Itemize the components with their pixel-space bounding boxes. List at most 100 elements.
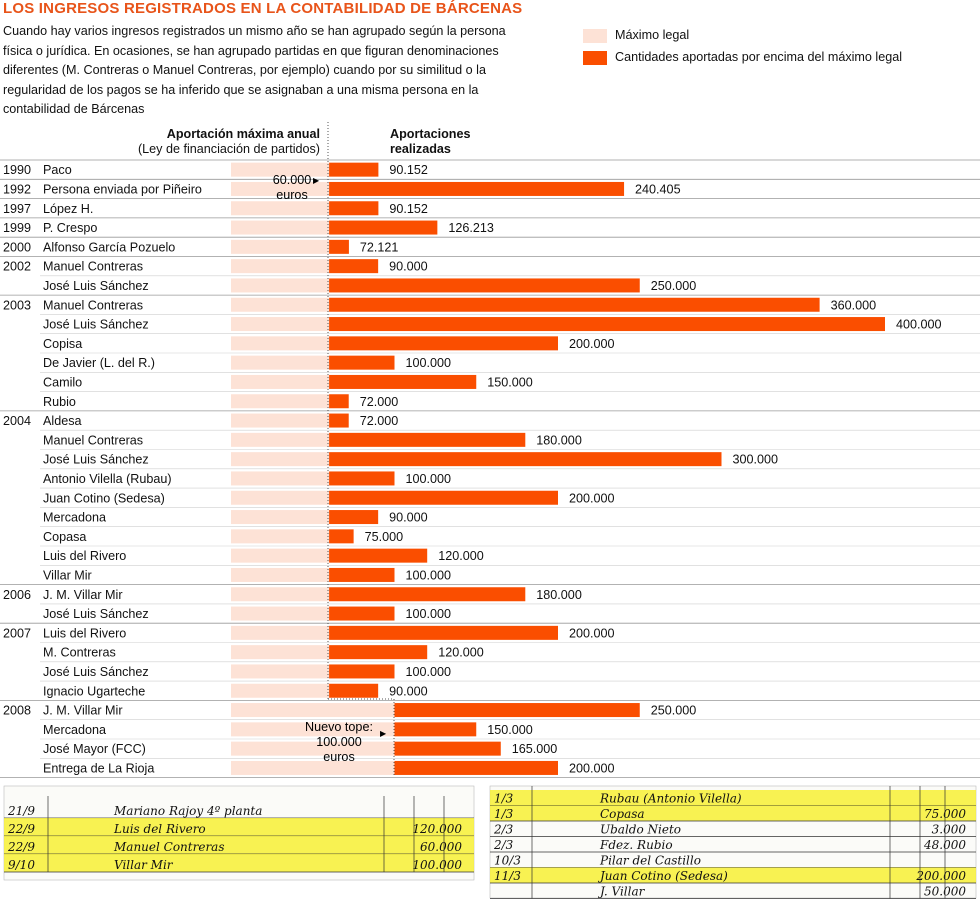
value-label: 200.000 <box>569 491 615 505</box>
bar-excess <box>329 529 354 544</box>
ledger-description: Manuel Contreras <box>113 840 225 854</box>
year-label: 1999 <box>3 221 31 235</box>
donor-name-label: José Luis Sánchez <box>43 318 149 332</box>
donor-name-label: Aldesa <box>43 414 82 428</box>
ledger-date: 11/3 <box>494 869 521 883</box>
year-label: 2000 <box>3 240 31 254</box>
donor-name-label: Copisa <box>43 337 82 351</box>
value-label: 90.000 <box>389 260 428 274</box>
donor-name-label: José Luis Sánchez <box>43 665 149 679</box>
bar-excess <box>329 239 349 254</box>
donor-name-label: Luis del Rivero <box>43 626 126 640</box>
bar-max-legal <box>231 510 330 525</box>
ledger-scan-left: 21/9 Mariano Rajoy 4º planta 22/9 Luis del … <box>3 785 475 881</box>
ledger-date: 1/3 <box>494 807 514 821</box>
value-label: 72.000 <box>360 414 399 428</box>
bar-excess <box>394 760 558 775</box>
bar-excess <box>329 432 526 447</box>
bar-max-legal <box>231 645 330 660</box>
value-label: 165.000 <box>512 742 558 756</box>
value-label: 100.000 <box>406 607 452 621</box>
bar-max-legal <box>231 336 330 351</box>
ledger-description: Juan Cotino (Sedesa) <box>597 869 728 883</box>
bar-max-legal <box>231 220 330 235</box>
bar-max-legal <box>231 760 395 775</box>
donor-name-label: José Luis Sánchez <box>43 607 149 621</box>
donor-name-label: M. Contreras <box>43 646 116 660</box>
bar-max-legal <box>231 239 330 254</box>
bar-max-legal <box>231 471 330 486</box>
ledger-date: 22/9 <box>7 840 35 854</box>
donor-name-label: Entrega de La Rioja <box>43 761 154 775</box>
donor-name-label: Persona enviada por Piñeiro <box>43 182 202 196</box>
bar-max-legal <box>231 703 395 718</box>
bar-max-legal <box>231 355 330 370</box>
ledger-description: Rubau (Antonio Vilella) <box>599 792 742 806</box>
ledger-highlight <box>4 836 474 854</box>
year-label: 1990 <box>3 163 31 177</box>
bar-max-legal <box>231 587 330 602</box>
ledger-date: 2/3 <box>493 838 514 852</box>
value-label: 250.000 <box>651 279 697 293</box>
ledger-highlight <box>4 854 474 872</box>
donor-name-label: De Javier (L. del R.) <box>43 356 155 370</box>
annotation-limit-100000-label: Nuevo tope: <box>305 720 373 734</box>
value-label: 75.000 <box>365 530 404 544</box>
bar-excess <box>329 413 349 428</box>
ledger-date: 9/10 <box>8 858 35 872</box>
bar-max-legal <box>231 548 330 563</box>
ledger-description: Ubaldo Nieto <box>600 823 681 837</box>
bar-excess <box>329 452 722 467</box>
value-label: 72.121 <box>360 240 399 254</box>
bar-excess <box>329 201 379 216</box>
bar-excess <box>394 722 477 737</box>
bar-excess <box>329 374 477 389</box>
ledger-date: 10/3 <box>494 854 521 868</box>
donor-name-label: Alfonso García Pozuelo <box>43 240 175 254</box>
bar-excess <box>329 278 640 293</box>
donor-name-label: Ignacio Ugarteche <box>43 684 145 698</box>
ledger-date: 21/9 <box>7 804 35 818</box>
bar-excess <box>329 664 395 679</box>
value-label: 150.000 <box>487 723 533 737</box>
year-label: 2008 <box>3 704 31 718</box>
bar-max-legal <box>231 317 330 332</box>
year-label: 2007 <box>3 626 31 640</box>
value-label: 180.000 <box>536 588 582 602</box>
ledger-description: Pilar del Castillo <box>599 854 701 868</box>
donor-name-label: Antonio Vilella (Rubau) <box>43 472 172 486</box>
donor-name-label: Paco <box>43 163 72 177</box>
bar-max-legal <box>231 201 330 216</box>
labels-layer: 90.152 1990 Paco 240.405 1992 Persona enviada… <box>3 163 942 775</box>
bar-max-legal <box>231 625 330 640</box>
value-label: 90.152 <box>389 163 428 177</box>
value-label: 126.213 <box>448 221 494 235</box>
value-label: 100.000 <box>406 568 452 582</box>
ledger-amount: 200.000 <box>915 869 966 883</box>
value-label: 72.000 <box>360 395 399 409</box>
bar-excess <box>329 220 438 235</box>
bar-max-legal <box>231 278 330 293</box>
value-label: 120.000 <box>438 549 484 563</box>
donor-name-label: Camilo <box>43 375 82 389</box>
bar-excess <box>329 181 625 196</box>
ledger-amount: 120.000 <box>412 822 462 836</box>
year-label: 2006 <box>3 588 31 602</box>
value-label: 360.000 <box>831 298 877 312</box>
annotation-limit-100000-unit: euros <box>323 750 355 764</box>
ledger-description: Copasa <box>600 807 645 821</box>
value-label: 150.000 <box>487 375 533 389</box>
bar-excess <box>329 317 886 332</box>
bar-excess <box>329 510 379 525</box>
year-label: 2002 <box>3 260 31 274</box>
value-label: 100.000 <box>406 356 452 370</box>
bar-max-legal <box>231 664 330 679</box>
value-label: 120.000 <box>438 646 484 660</box>
donor-name-label: Juan Cotino (Sedesa) <box>43 491 165 505</box>
year-label: 1992 <box>3 182 31 196</box>
bar-max-legal <box>231 606 330 621</box>
value-label: 200.000 <box>569 761 615 775</box>
value-label: 300.000 <box>733 453 779 467</box>
bar-excess <box>329 587 526 602</box>
ledger-amount: 100.000 <box>412 858 462 872</box>
